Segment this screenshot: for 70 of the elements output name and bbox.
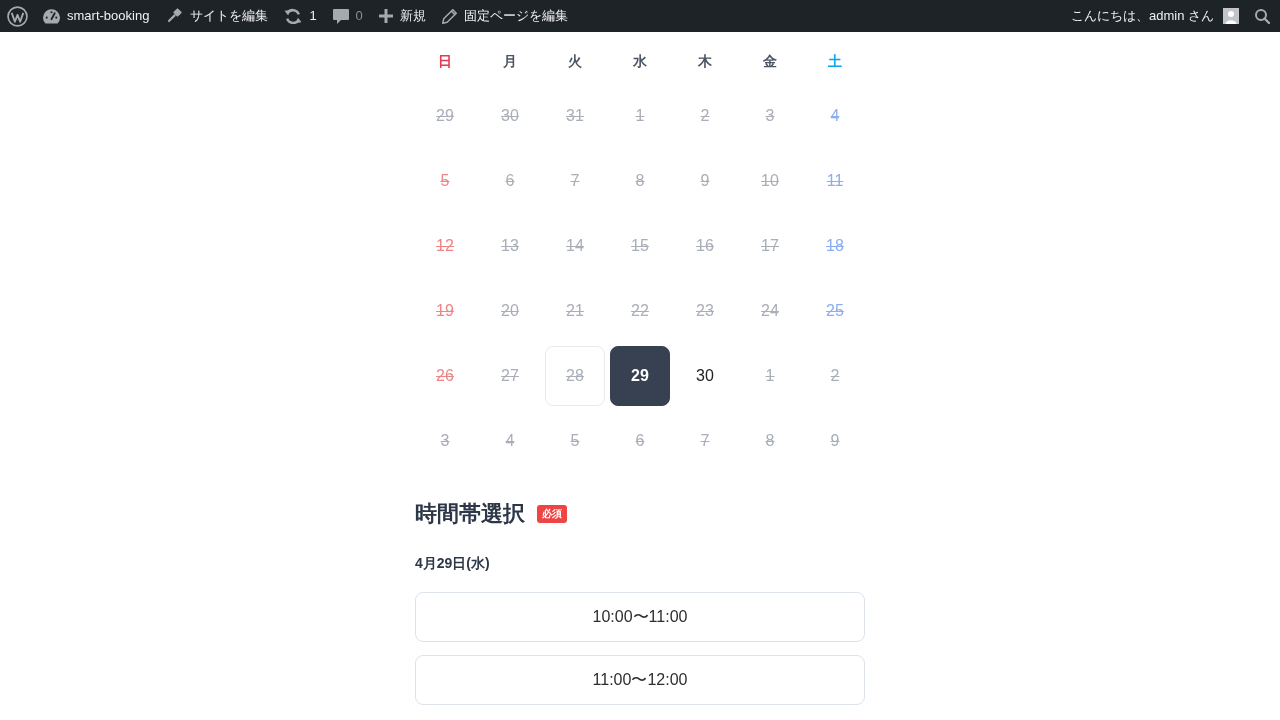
brush-icon	[165, 7, 184, 25]
refresh-icon	[284, 8, 303, 24]
calendar-day: 3	[415, 411, 475, 471]
comments-link[interactable]: 0	[324, 0, 371, 32]
calendar-day: 11	[805, 151, 865, 211]
time-slot-button[interactable]: 11:00〜12:00	[415, 655, 865, 706]
calendar-day: 31	[545, 86, 605, 146]
calendar-day: 29	[415, 86, 475, 146]
calendar-day: 10	[740, 151, 800, 211]
calendar-day: 27	[480, 346, 540, 406]
calendar-day: 21	[545, 281, 605, 341]
calendar-day: 19	[415, 281, 475, 341]
calendar-day: 7	[545, 151, 605, 211]
weekday-label: 木	[698, 51, 712, 71]
calendar-day: 28	[545, 346, 605, 406]
weekday-label: 火	[568, 51, 582, 71]
search-icon	[1255, 8, 1270, 24]
calendar-day: 3	[740, 86, 800, 146]
site-name-link[interactable]: smart-booking	[35, 0, 158, 32]
calendar-day: 4	[805, 86, 865, 146]
calendar-day: 8	[740, 411, 800, 471]
weekday-label: 水	[633, 51, 647, 71]
weekday-label: 月	[503, 51, 517, 71]
calendar-day: 7	[675, 411, 735, 471]
calendar-day: 6	[610, 411, 670, 471]
calendar-day: 9	[805, 411, 865, 471]
edit-site-link[interactable]: サイトを編集	[157, 0, 277, 32]
calendar-day: 4	[480, 411, 540, 471]
calendar-day: 16	[675, 216, 735, 276]
weekday-label: 金	[763, 51, 777, 71]
calendar-day: 30	[480, 86, 540, 146]
calendar-day: 1	[740, 346, 800, 406]
speech-bubble-icon	[332, 8, 349, 24]
calendar-day: 26	[415, 346, 475, 406]
calendar-day: 5	[545, 411, 605, 471]
calendar-day: 20	[480, 281, 540, 341]
calendar-day: 1	[610, 86, 670, 146]
calendar-day: 6	[480, 151, 540, 211]
weekday-label: 土	[828, 51, 842, 71]
pencil-icon	[441, 8, 457, 24]
weekday-label: 日	[438, 51, 452, 71]
calendar-day[interactable]: 29	[610, 346, 670, 406]
edit-page-link[interactable]: 固定ページを編集	[433, 0, 576, 32]
calendar-day: 23	[675, 281, 735, 341]
selected-date-label: 4月29日(水)	[415, 554, 490, 574]
calendar-day: 13	[480, 216, 540, 276]
calendar-day: 24	[740, 281, 800, 341]
calendar-day: 22	[610, 281, 670, 341]
account-link[interactable]: こんにちは、admin さん	[1062, 0, 1247, 32]
calendar-day: 5	[415, 151, 475, 211]
calendar-day: 8	[610, 151, 670, 211]
avatar-icon	[1223, 8, 1239, 24]
calendar-day: 25	[805, 281, 865, 341]
calendar-day: 14	[545, 216, 605, 276]
new-content-link[interactable]: 新規	[370, 0, 434, 32]
time-slot-button[interactable]: 10:00〜11:00	[415, 592, 865, 643]
calendar-day: 2	[805, 346, 865, 406]
calendar-day[interactable]: 30	[675, 346, 735, 406]
logo-icon	[7, 5, 28, 27]
section-heading: 時間帯選択	[415, 501, 525, 528]
calendar-day: 2	[675, 86, 735, 146]
calendar-day: 17	[740, 216, 800, 276]
calendar-day: 12	[415, 216, 475, 276]
updates-link[interactable]: 1	[276, 0, 325, 32]
required-badge: 必須	[537, 505, 567, 524]
calendar-day: 15	[610, 216, 670, 276]
calendar-day: 18	[805, 216, 865, 276]
calendar-day: 9	[675, 151, 735, 211]
plus-icon	[378, 9, 393, 23]
gauge-icon	[43, 8, 60, 24]
